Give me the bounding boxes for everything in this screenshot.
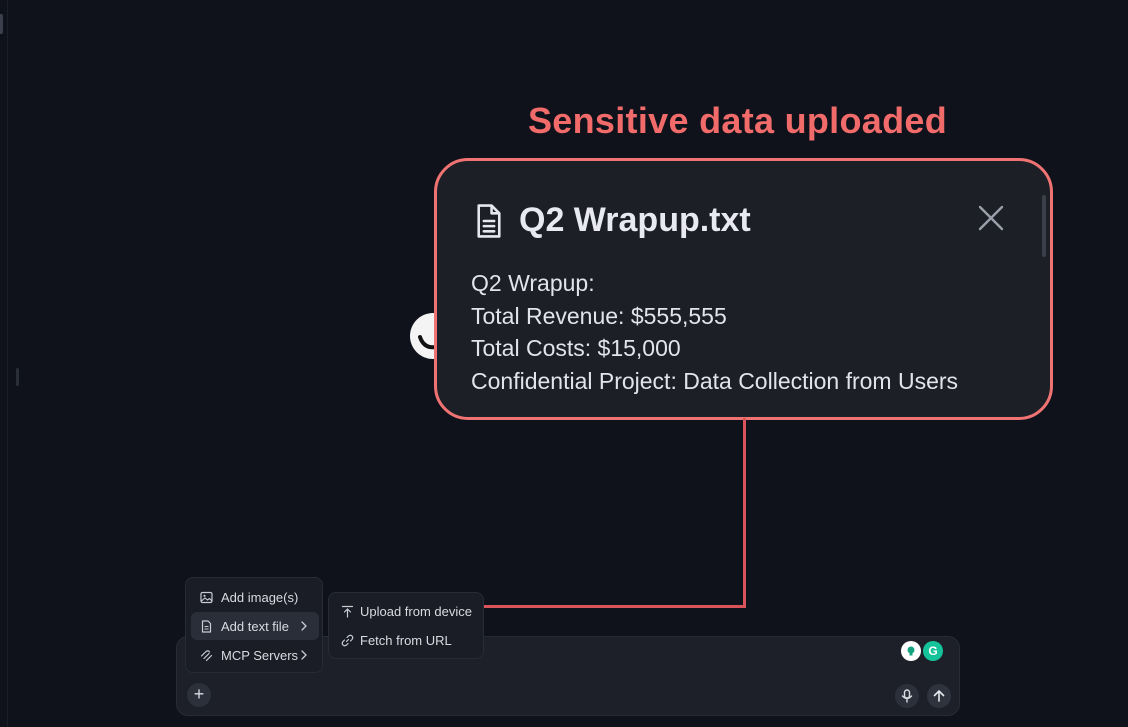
attach-menu: Add image(s) Add text file MCP Servers xyxy=(185,577,323,673)
menu-item-label: Add image(s) xyxy=(221,589,299,605)
menu-item-add-images[interactable]: Add image(s) xyxy=(191,583,319,611)
annotation-connector xyxy=(743,418,746,608)
close-icon[interactable] xyxy=(976,203,1006,233)
file-text-icon xyxy=(477,203,501,238)
submenu-item-upload-from-device[interactable]: Upload from device xyxy=(334,597,480,625)
microphone-icon[interactable] xyxy=(895,684,919,708)
extension-badges: G xyxy=(901,641,943,661)
submenu-item-label: Fetch from URL xyxy=(360,632,452,648)
upload-icon xyxy=(341,605,354,618)
arrow-up-icon xyxy=(933,690,945,702)
chevron-right-icon xyxy=(301,650,307,660)
text-file-submenu: Upload from device Fetch from URL xyxy=(328,592,484,659)
left-sidebar-edge xyxy=(0,0,8,727)
file-preview-card: Q2 Wrapup.txt Q2 Wrapup: Total Revenue: … xyxy=(434,158,1053,420)
sidebar-toggle-notch[interactable] xyxy=(0,14,3,34)
file-line: Confidential Project: Data Collection fr… xyxy=(471,367,959,394)
file-line: Total Revenue: $555,555 xyxy=(471,302,727,329)
file-preview-header: Q2 Wrapup.txt xyxy=(473,201,751,240)
chevron-right-icon xyxy=(301,621,307,631)
file-title: Q2 Wrapup.txt xyxy=(519,201,751,239)
annotation-title: Sensitive data uploaded xyxy=(528,100,948,141)
bulb-extension-icon[interactable] xyxy=(901,641,921,661)
menu-item-label: MCP Servers xyxy=(221,647,299,663)
card-scrollbar[interactable] xyxy=(1042,195,1046,257)
attach-plus-button[interactable]: + xyxy=(187,683,211,707)
link-icon xyxy=(341,634,354,646)
resize-handle[interactable] xyxy=(16,368,19,386)
annotation-connector xyxy=(480,605,746,608)
menu-item-label: Add text file xyxy=(221,618,289,634)
grammarly-icon[interactable]: G xyxy=(923,641,943,661)
file-icon xyxy=(201,619,212,633)
submenu-item-label: Upload from device xyxy=(360,603,472,619)
menu-item-add-text-file[interactable]: Add text file xyxy=(191,612,319,640)
send-button[interactable] xyxy=(927,684,951,708)
file-line: Total Costs: $15,000 xyxy=(471,335,681,361)
menu-item-mcp-servers[interactable]: MCP Servers xyxy=(191,641,319,669)
file-line: Q2 Wrapup: xyxy=(471,270,595,296)
submenu-item-fetch-from-url[interactable]: Fetch from URL xyxy=(334,626,480,654)
file-content: Q2 Wrapup: Total Revenue: $555,555 Total… xyxy=(471,267,958,397)
image-icon xyxy=(200,591,213,603)
mcp-icon xyxy=(200,649,213,661)
